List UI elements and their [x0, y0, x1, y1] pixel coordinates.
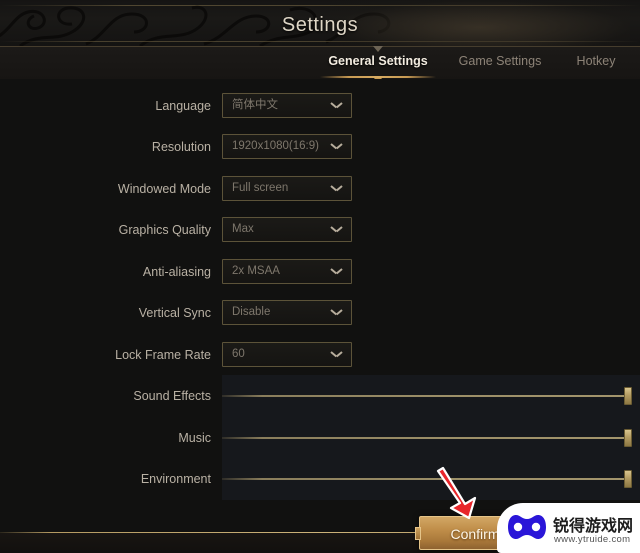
page-title: Settings [281, 14, 359, 36]
settings-list: Language 简体中文 Resolution 1920x1080(16:9)… [0, 79, 640, 503]
dropdown-lock-frame-rate[interactable]: 60 [222, 342, 352, 367]
tabbar-top-line [0, 46, 640, 47]
setting-row-language: Language 简体中文 [0, 85, 640, 127]
site-watermark: 锐得游戏网 www.ytruide.com [497, 503, 640, 553]
tab-game-settings-label: Game Settings [458, 54, 542, 68]
dropdown-resolution[interactable]: 1920x1080(16:9) [222, 134, 352, 159]
setting-row-windowed-mode: Windowed Mode Full screen [0, 168, 640, 210]
label-resolution: Resolution [151, 140, 211, 154]
chevron-down-icon [331, 268, 342, 275]
label-music: Music [178, 431, 211, 445]
tab-hotkey-label: Hotkey [576, 54, 616, 68]
chevron-down-icon [331, 351, 342, 358]
gamepad-icon [508, 515, 546, 539]
dropdown-language[interactable]: 简体中文 [222, 93, 352, 118]
dropdown-vertical-sync-value: Disable [232, 306, 271, 318]
dropdown-graphics-quality-value: Max [232, 223, 254, 235]
chevron-down-icon [331, 143, 342, 150]
label-environment: Environment [140, 472, 211, 486]
slider-handle-environment[interactable] [624, 470, 632, 488]
slider-handle-sound-effects[interactable] [624, 387, 632, 405]
window-header: Settings [0, 0, 640, 46]
label-language: Language [155, 99, 211, 113]
setting-row-vertical-sync: Vertical Sync Disable [0, 292, 640, 334]
chevron-down-icon [331, 102, 342, 109]
label-lock-frame-rate: Lock Frame Rate [115, 348, 211, 362]
dropdown-anti-aliasing-value: 2x MSAA [232, 265, 280, 277]
label-graphics-quality: Graphics Quality [118, 223, 211, 237]
setting-row-resolution: Resolution 1920x1080(16:9) [0, 126, 640, 168]
tab-general-settings[interactable]: General Settings [320, 52, 436, 83]
dropdown-windowed-mode-value: Full screen [232, 182, 289, 194]
watermark-url: www.ytruide.com [554, 534, 631, 545]
tab-pointer-caret-icon [373, 46, 383, 52]
slider-track-music[interactable] [222, 437, 626, 439]
chevron-down-icon [331, 185, 342, 192]
settings-screen: Settings General Settings Game Settings … [0, 0, 640, 553]
setting-row-anti-aliasing: Anti-aliasing 2x MSAA [0, 251, 640, 293]
setting-row-environment: Environment [0, 458, 640, 500]
tab-game-settings[interactable]: Game Settings [447, 52, 553, 78]
chevron-down-icon [331, 309, 342, 316]
dropdown-vertical-sync[interactable]: Disable [222, 300, 352, 325]
dropdown-resolution-value: 1920x1080(16:9) [232, 140, 319, 152]
label-sound-effects: Sound Effects [133, 389, 211, 403]
slider-handle-music[interactable] [624, 429, 632, 447]
tab-general-settings-label: General Settings [328, 54, 428, 68]
slider-track-environment[interactable] [222, 478, 626, 480]
watermark-site-name: 锐得游戏网 [553, 518, 634, 535]
dropdown-anti-aliasing[interactable]: 2x MSAA [222, 259, 352, 284]
chevron-down-icon [331, 226, 342, 233]
setting-row-graphics-quality: Graphics Quality Max [0, 209, 640, 251]
label-anti-aliasing: Anti-aliasing [142, 265, 211, 279]
setting-row-music: Music [0, 417, 640, 459]
dropdown-lock-frame-rate-value: 60 [232, 348, 245, 360]
tab-hotkey[interactable]: Hotkey [566, 52, 626, 78]
label-windowed-mode: Windowed Mode [117, 182, 211, 196]
setting-row-lock-frame-rate: Lock Frame Rate 60 [0, 334, 640, 376]
tab-bar: General Settings Game Settings Hotkey [0, 46, 640, 83]
dropdown-windowed-mode[interactable]: Full screen [222, 176, 352, 201]
label-vertical-sync: Vertical Sync [138, 306, 211, 320]
setting-row-sound-effects: Sound Effects [0, 375, 640, 417]
dropdown-graphics-quality[interactable]: Max [222, 217, 352, 242]
dropdown-language-value: 简体中文 [232, 99, 278, 111]
slider-track-sound-effects[interactable] [222, 395, 626, 397]
